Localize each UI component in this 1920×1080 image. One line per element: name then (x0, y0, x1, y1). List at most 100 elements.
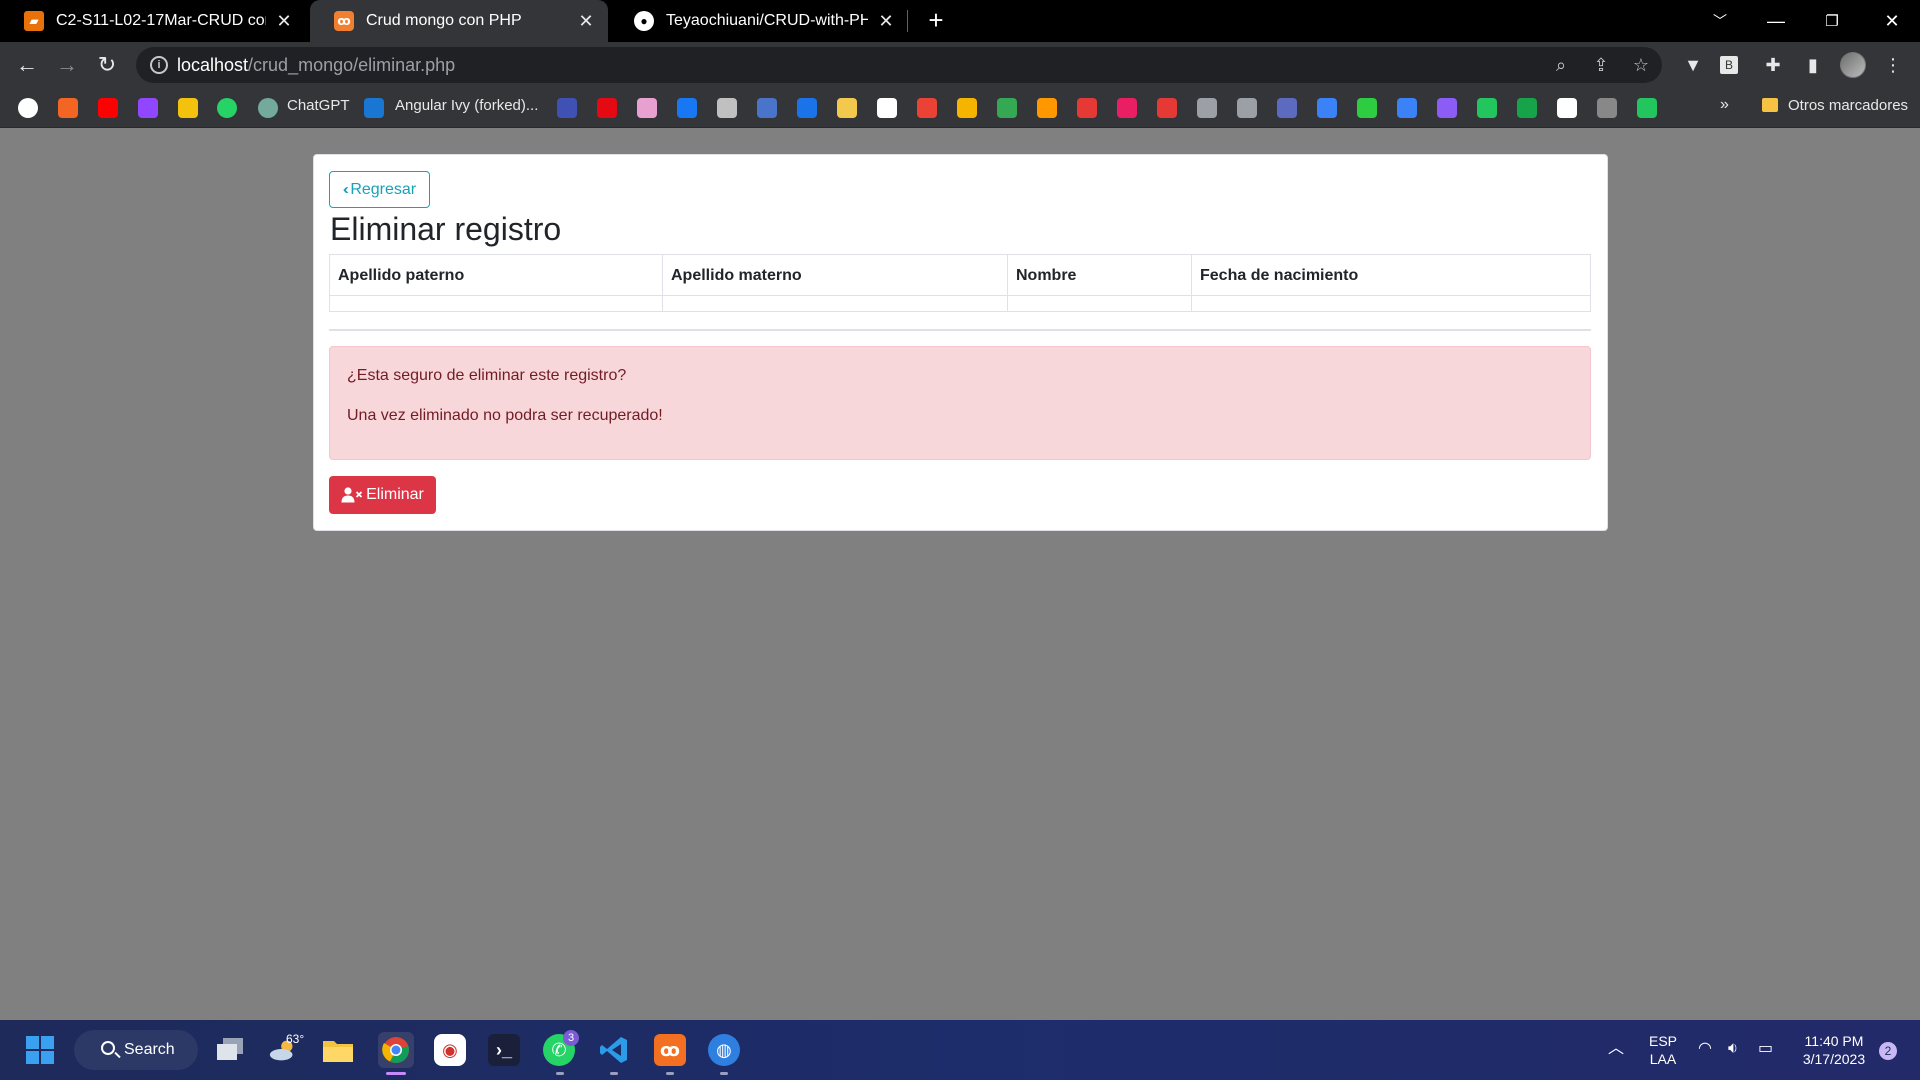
keyboard-layout: LAA (1649, 1051, 1677, 1067)
bookmark-linkedin-learning-icon[interactable] (797, 98, 817, 118)
record-table: Apellido paterno Apellido materno Nombre… (329, 254, 1591, 312)
active-app-indicator (386, 1072, 406, 1075)
site-info-icon[interactable]: i (150, 56, 168, 74)
bookmark-youtube-icon[interactable] (98, 98, 118, 118)
bookmark-robot-icon[interactable] (1397, 98, 1417, 118)
clock-date: 3/17/2023 (1802, 1051, 1866, 1067)
bookmark-mascot-icon[interactable] (717, 98, 737, 118)
bookmark-arrow-icon[interactable] (1597, 98, 1617, 118)
zoom-icon[interactable]: ⌕ (1548, 53, 1574, 77)
bookmark-mobile-app-icon[interactable] (1637, 98, 1657, 118)
volume-icon[interactable]: 🔉︎ (1728, 1040, 1738, 1058)
tray-chevron-up-icon[interactable]: ︿ (1608, 1040, 1624, 1058)
tab-crud-mongo[interactable]: ꝏ Crud mongo con PHP ✕ (310, 0, 608, 42)
bookmark-facebook-icon[interactable] (677, 98, 697, 118)
bookmark-shapes-icon[interactable] (1037, 98, 1057, 118)
minimize-button[interactable]: — (1748, 0, 1804, 42)
forward-arrow-icon[interactable]: → (51, 50, 83, 82)
file-explorer-icon[interactable] (322, 1034, 354, 1066)
bookmark-symfony-icon[interactable] (1117, 98, 1137, 118)
tab-slides[interactable]: ▰ C2-S11-L02-17Mar-CRUD con PHP ✕ (0, 0, 306, 42)
bookmark-maps-icon[interactable] (997, 98, 1017, 118)
share-icon[interactable]: ⇪ (1588, 53, 1614, 77)
profile-avatar[interactable] (1840, 52, 1866, 78)
vue-devtools-icon[interactable]: ▼ (1680, 53, 1706, 77)
task-view-icon[interactable] (214, 1034, 246, 1066)
bookmark-circle-app-icon[interactable] (1317, 98, 1337, 118)
taskbar-search[interactable]: Search (74, 1030, 198, 1070)
bookmark-tumblr-icon[interactable] (1517, 98, 1537, 118)
xampp-icon[interactable]: ꝏ (654, 1034, 686, 1066)
close-window-button[interactable]: ✕ (1864, 0, 1920, 42)
whatsapp-badge: 3 (563, 1030, 579, 1046)
bookmark-heart-icon[interactable] (1157, 98, 1177, 118)
restore-button[interactable]: ❐ (1804, 0, 1860, 42)
github-icon: ● (634, 11, 654, 31)
bookmark-spark-icon[interactable] (1477, 98, 1497, 118)
extensions-puzzle-icon[interactable]: ✚ (1760, 53, 1786, 77)
close-tab-icon[interactable]: ✕ (576, 11, 596, 32)
bookmark-photos-icon[interactable] (178, 98, 198, 118)
app-indicator (666, 1072, 674, 1075)
search-icon (101, 1041, 115, 1055)
clock[interactable]: 11:40 PM 3/17/2023 (1794, 1032, 1874, 1068)
menu-dots-icon[interactable]: ⋮ (1880, 53, 1906, 77)
app-indicator (556, 1072, 564, 1075)
bookmark-app-icon[interactable] (757, 98, 777, 118)
chrome-icon[interactable] (378, 1032, 414, 1068)
bookmark-chatgpt-label[interactable]: ChatGPT (287, 97, 350, 114)
bookmark-px-icon[interactable] (1357, 98, 1377, 118)
wifi-icon[interactable]: ◠ (1698, 1040, 1712, 1058)
vscode-icon[interactable] (598, 1034, 630, 1066)
bookmark-twitch-icon[interactable] (138, 98, 158, 118)
notification-badge[interactable]: 2 (1879, 1042, 1897, 1060)
battery-icon[interactable]: ▭ (1758, 1040, 1773, 1058)
bookmark-device-icon[interactable] (1237, 98, 1257, 118)
bookmark-vuetify-icon[interactable] (637, 98, 657, 118)
delete-button[interactable]: Eliminar (329, 476, 436, 514)
extension-b-icon[interactable]: B (1720, 56, 1738, 74)
bookmark-play-icon[interactable] (1277, 98, 1297, 118)
alert-warning: Una vez eliminado no podra ser recuperad… (347, 407, 663, 424)
bookmark-gmail-icon[interactable] (917, 98, 937, 118)
side-panel-icon[interactable]: ▮ (1800, 53, 1826, 77)
bookmark-pine-icon[interactable] (1077, 98, 1097, 118)
bookmark-angular-label[interactable]: Angular Ivy (forked)... (395, 97, 538, 114)
url-text[interactable]: localhost/crud_mongo/eliminar.php (177, 55, 455, 76)
bookmark-burger-icon[interactable] (837, 98, 857, 118)
address-bar[interactable]: i localhost/crud_mongo/eliminar.php ⌕ ⇪ … (136, 47, 1662, 83)
globe-app-icon[interactable]: ◍ (708, 1034, 740, 1066)
windows-start-icon[interactable] (24, 1034, 56, 1066)
bookmark-netflix-icon[interactable] (597, 98, 617, 118)
bookmark-pinwheel-icon[interactable] (957, 98, 977, 118)
xampp-icon: ꝏ (334, 11, 354, 31)
close-tab-icon[interactable]: ✕ (274, 11, 294, 32)
bookmark-chatgpt-icon[interactable] (258, 98, 278, 118)
bookmark-globe-icon[interactable] (18, 98, 38, 118)
other-bookmarks-label[interactable]: Otros marcadores (1788, 97, 1908, 114)
bookmark-ui-icon[interactable] (557, 98, 577, 118)
tab-search-chevron-icon[interactable]: ﹀ (1692, 0, 1748, 42)
back-arrow-icon[interactable]: ← (11, 50, 43, 82)
close-tab-icon[interactable]: ✕ (876, 11, 896, 32)
delete-button-label: Eliminar (366, 486, 424, 503)
header-fecha-nacimiento: Fecha de nacimiento (1191, 254, 1591, 296)
bookmark-pen-icon[interactable] (1557, 98, 1577, 118)
reload-icon[interactable]: ↻ (91, 50, 123, 82)
tab-title: C2-S11-L02-17Mar-CRUD con PHP (56, 12, 266, 29)
tab-strip: ▰ C2-S11-L02-17Mar-CRUD con PHP ✕ ꝏ Crud… (0, 0, 1920, 42)
terminal-icon[interactable]: ›_ (488, 1034, 520, 1066)
bookmark-invision-icon[interactable] (58, 98, 78, 118)
bookmark-stackblitz-icon[interactable] (364, 98, 384, 118)
bookmarks-overflow-icon[interactable]: » (1720, 96, 1729, 114)
bookmark-layers-icon[interactable] (1197, 98, 1217, 118)
back-button[interactable]: ‹‹ Regresar (329, 171, 430, 208)
bookmark-whatsapp-icon[interactable] (217, 98, 237, 118)
tab-github[interactable]: ● Teyaochiuani/CRUD-with-PHP-and-MongoDB… (610, 0, 908, 42)
new-tab-button[interactable]: + (921, 6, 951, 36)
bookmark-amazon-icon[interactable] (877, 98, 897, 118)
bookmark-star-icon[interactable]: ☆ (1628, 53, 1654, 77)
language-indicator[interactable]: ESP LAA (1648, 1032, 1678, 1068)
bookmark-stripes-icon[interactable] (1437, 98, 1457, 118)
postman-icon[interactable]: ◉ (434, 1034, 466, 1066)
